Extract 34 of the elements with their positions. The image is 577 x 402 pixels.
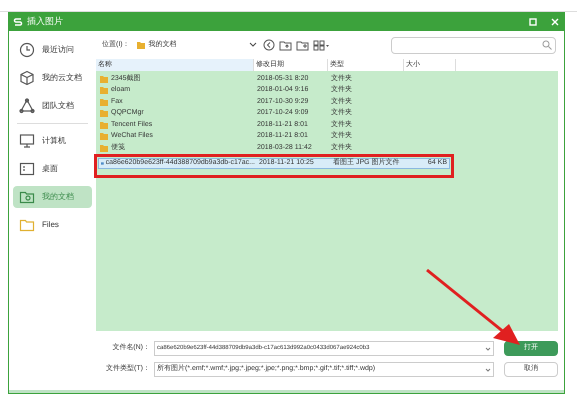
triangle-icon [19,98,35,114]
sidebar-item[interactable]: 我的云文档 [13,67,92,89]
desktop-icon [19,161,35,177]
monitor-icon [19,133,35,149]
maximize-icon[interactable] [528,17,538,27]
folder-icon [136,40,146,50]
chevron-down-icon [248,42,257,48]
folder-icon [99,96,109,107]
new-folder-icon[interactable] [296,40,309,50]
folder-icon [99,142,109,153]
document-folder-icon [19,189,35,205]
sidebar-item[interactable]: 团队文档 [13,95,92,117]
sidebar-item[interactable]: 桌面 [13,158,92,180]
folder-icon [99,74,109,84]
folder-icon [99,131,109,142]
window-title: 插入图片 [27,15,64,28]
chevron-down-icon [485,346,491,350]
sidebar-item[interactable]: 最近访问 [13,39,92,61]
back-icon[interactable] [262,39,275,51]
close-icon[interactable] [550,17,560,27]
cube-icon [19,70,35,86]
folder-icon [99,85,109,96]
app-logo-icon [13,17,23,27]
folder-icon [19,217,35,233]
clock-icon [19,42,35,58]
view-grid-icon[interactable] [312,40,329,50]
search-icon [542,40,552,50]
chevron-down-icon [485,368,491,372]
folder-icon [99,120,109,130]
search-field[interactable] [391,36,556,54]
sidebar-item[interactable]: Files [13,214,92,236]
folder-up-icon[interactable] [278,40,292,50]
folder-icon [99,108,109,118]
sidebar-item[interactable]: 计算机 [13,130,92,152]
